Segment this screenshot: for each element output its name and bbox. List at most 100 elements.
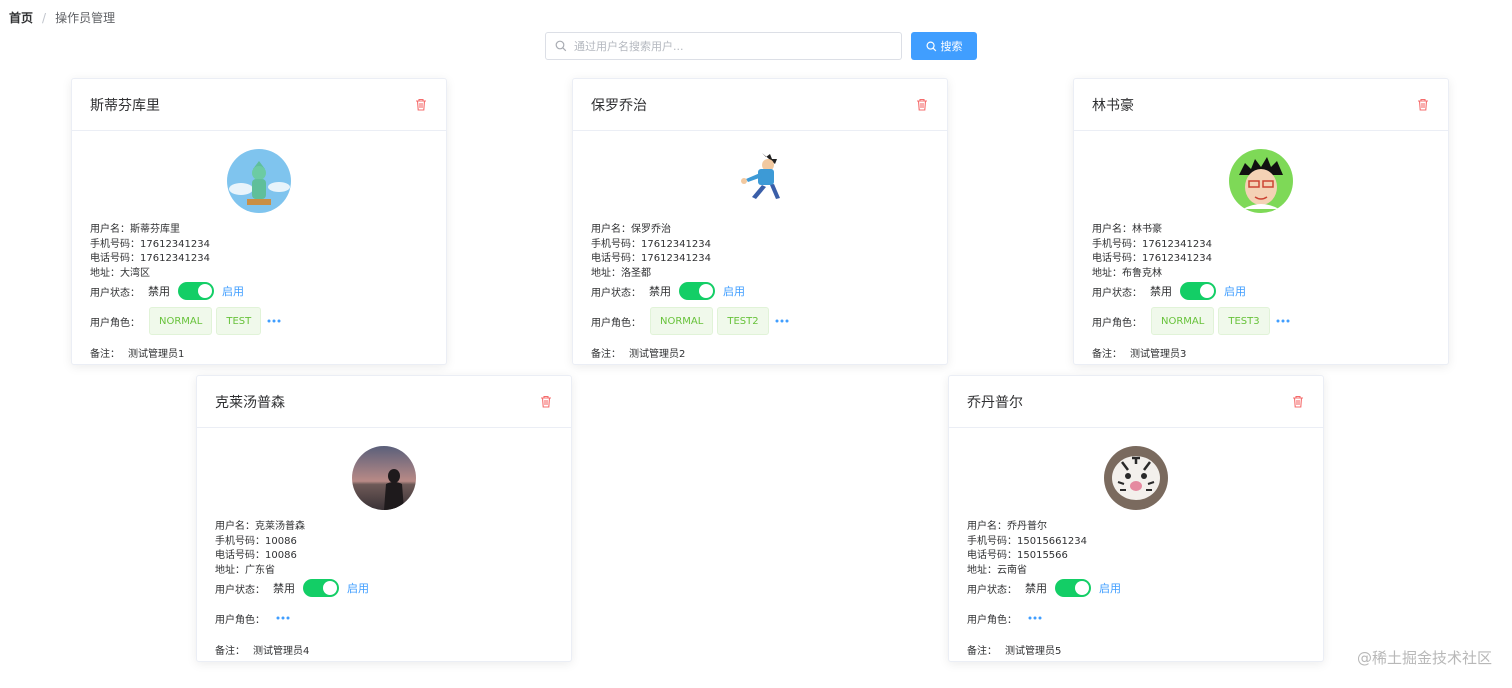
- delete-button[interactable]: [1291, 395, 1305, 409]
- status-toggle[interactable]: [1180, 282, 1216, 300]
- toggle-knob: [323, 581, 337, 595]
- label-phone: 电话号码：: [1092, 253, 1142, 264]
- label-status: 用户状态：: [1092, 287, 1142, 299]
- value-address: 布鲁克林: [1122, 267, 1162, 279]
- watermark: @稀土掘金技术社区: [1356, 649, 1492, 667]
- status-disabled-label: 禁用: [1150, 285, 1172, 298]
- label-roles: 用户角色：: [90, 317, 140, 329]
- value-remark: 测试管理员1: [128, 349, 185, 360]
- label-phone: 电话号码：: [90, 253, 140, 264]
- value-phone: 17612341234: [1142, 253, 1212, 264]
- label-remark: 备注：: [967, 646, 997, 657]
- role-tag: NORMAL: [149, 307, 213, 335]
- label-address: 地址：: [215, 564, 245, 576]
- label-username: 用户名：: [215, 521, 255, 532]
- toggle-knob: [1200, 284, 1214, 298]
- status-toggle[interactable]: [679, 282, 715, 300]
- value-phone: 10086: [265, 550, 297, 561]
- label-roles: 用户角色：: [215, 614, 265, 626]
- label-phone: 电话号码：: [967, 550, 1017, 561]
- more-icon[interactable]: [267, 318, 281, 324]
- card-title: 克莱汤普森: [215, 394, 285, 411]
- status-enabled-label: 启用: [222, 285, 244, 298]
- breadcrumb: 首页 / 操作员管理: [9, 9, 115, 26]
- trash-icon: [541, 395, 551, 408]
- trash-icon: [917, 98, 927, 111]
- search-icon: [926, 41, 936, 51]
- breadcrumb-separator: /: [42, 10, 47, 25]
- value-mobile: 17612341234: [140, 238, 210, 250]
- search-bar[interactable]: [545, 32, 902, 60]
- role-tag: NORMAL: [1151, 307, 1215, 335]
- more-icon[interactable]: [775, 318, 789, 324]
- label-remark: 备注：: [90, 349, 120, 360]
- status-disabled-label: 禁用: [1025, 582, 1047, 595]
- label-address: 地址：: [967, 564, 997, 576]
- label-remark: 备注：: [591, 349, 621, 360]
- user-card: 乔丹普尔 用户名：乔丹普尔 手机号码：15015661234 电话号码：1501…: [948, 375, 1324, 662]
- delete-button[interactable]: [414, 98, 428, 112]
- trash-icon: [1293, 395, 1303, 408]
- status-enabled-label: 启用: [1224, 285, 1246, 298]
- label-status: 用户状态：: [90, 287, 140, 299]
- status-disabled-label: 禁用: [148, 285, 170, 298]
- value-username: 斯蒂芬库里: [130, 224, 180, 235]
- value-mobile: 17612341234: [1142, 238, 1212, 250]
- label-status: 用户状态：: [967, 584, 1017, 596]
- value-phone: 15015566: [1017, 550, 1068, 561]
- status-toggle[interactable]: [1055, 579, 1091, 597]
- search-button-label: 搜索: [940, 40, 963, 53]
- value-remark: 测试管理员2: [629, 349, 686, 360]
- delete-button[interactable]: [1416, 98, 1430, 112]
- delete-button[interactable]: [915, 98, 929, 112]
- role-tag: TEST2: [717, 307, 769, 335]
- delete-button[interactable]: [539, 395, 553, 409]
- toggle-knob: [699, 284, 713, 298]
- search-button[interactable]: 搜索: [911, 32, 977, 60]
- role-tag: NORMAL: [650, 307, 714, 335]
- status-enabled-label: 启用: [347, 582, 369, 595]
- avatar: [1229, 149, 1293, 213]
- breadcrumb-current: 操作员管理: [55, 11, 116, 25]
- user-card: 斯蒂芬库里 用户名：斯蒂芬库里 手机号码：17612341234 电话号码：17…: [71, 78, 447, 365]
- label-username: 用户名：: [90, 224, 130, 235]
- label-roles: 用户角色：: [967, 614, 1017, 626]
- avatar: [352, 446, 416, 510]
- value-mobile: 15015661234: [1017, 535, 1087, 547]
- search-input[interactable]: [574, 39, 874, 53]
- user-card: 林书豪 用户名：林书豪 手机号码：17612341234 电话号码：176123…: [1073, 78, 1449, 365]
- avatar: [1104, 446, 1168, 510]
- value-phone: 17612341234: [140, 253, 210, 264]
- value-address: 广东省: [245, 564, 275, 576]
- value-remark: 测试管理员3: [1130, 349, 1187, 360]
- toggle-knob: [1075, 581, 1089, 595]
- label-address: 地址：: [1092, 267, 1122, 279]
- more-icon[interactable]: [1276, 318, 1290, 324]
- label-username: 用户名：: [967, 521, 1007, 532]
- status-toggle[interactable]: [303, 579, 339, 597]
- avatar: [227, 149, 291, 213]
- label-phone: 电话号码：: [591, 253, 641, 264]
- label-phone: 电话号码：: [215, 550, 265, 561]
- value-username: 保罗乔治: [631, 224, 671, 235]
- status-toggle[interactable]: [178, 282, 214, 300]
- trash-icon: [416, 98, 426, 111]
- label-roles: 用户角色：: [591, 317, 641, 329]
- label-remark: 备注：: [1092, 349, 1122, 360]
- label-remark: 备注：: [215, 646, 245, 657]
- search-icon: [555, 40, 567, 52]
- label-address: 地址：: [90, 267, 120, 279]
- value-address: 云南省: [997, 564, 1027, 576]
- more-icon[interactable]: [1028, 615, 1042, 621]
- label-mobile: 手机号码：: [591, 238, 641, 250]
- value-username: 林书豪: [1132, 224, 1162, 235]
- avatar: [728, 149, 792, 213]
- more-icon[interactable]: [276, 615, 290, 621]
- value-remark: 测试管理员5: [1005, 646, 1062, 657]
- value-mobile: 10086: [265, 535, 297, 547]
- role-tag: TEST: [216, 307, 262, 335]
- breadcrumb-home[interactable]: 首页: [9, 9, 33, 26]
- card-title: 乔丹普尔: [967, 394, 1023, 411]
- value-address: 洛圣都: [621, 267, 651, 279]
- card-title: 斯蒂芬库里: [90, 97, 160, 114]
